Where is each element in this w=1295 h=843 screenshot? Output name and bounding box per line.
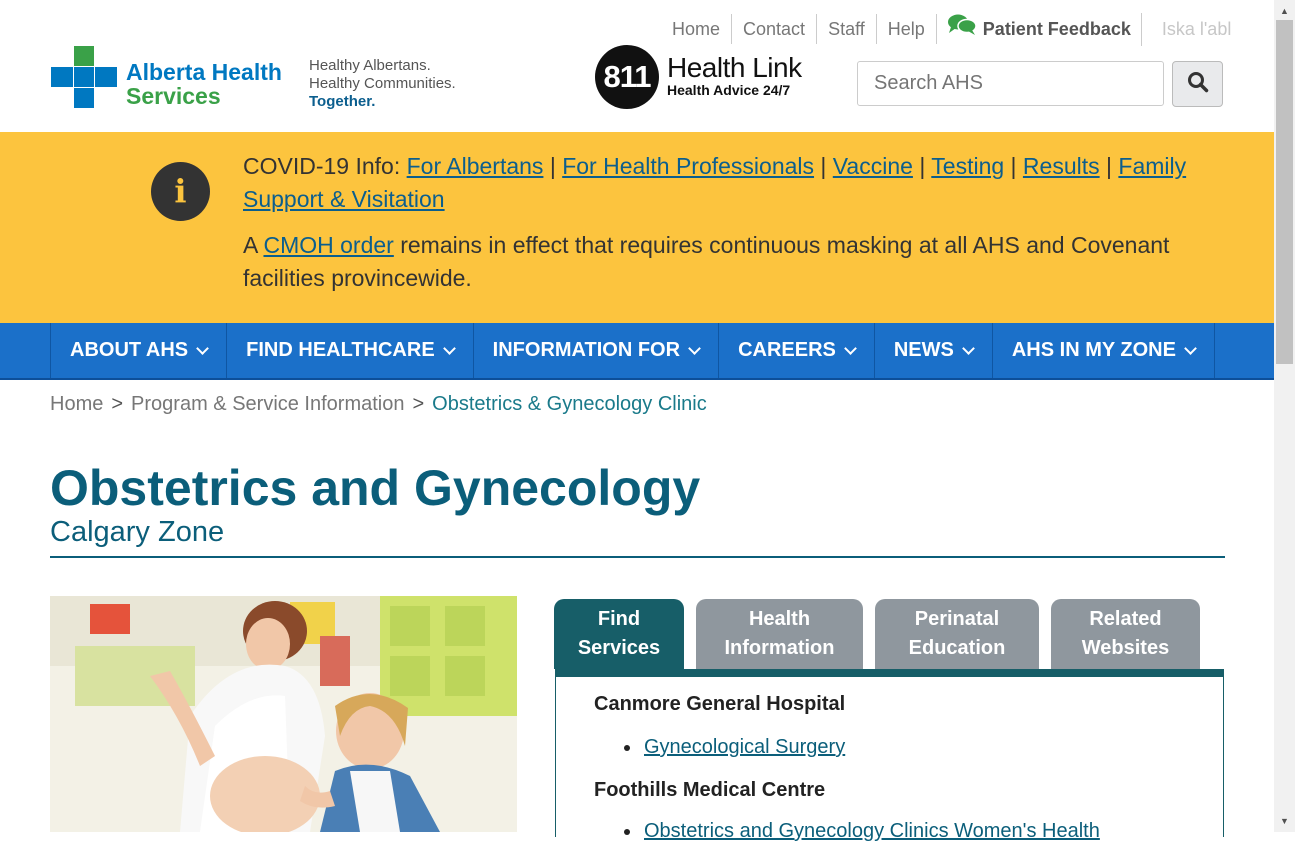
chevron-down-icon — [196, 341, 210, 355]
patient-feedback-label: Patient Feedback — [982, 19, 1131, 39]
page-scrollbar[interactable]: ▲ ▼ — [1274, 0, 1295, 832]
results-link[interactable]: Results — [1023, 153, 1100, 179]
utility-links: Home Contact Staff Help Patient Feedback… — [660, 12, 1231, 46]
ahs-logo-icon[interactable] — [51, 46, 117, 108]
chevron-down-icon — [843, 341, 857, 355]
main-nav: ABOUT AHS FIND HEALTHCARE INFORMATION FO… — [0, 323, 1274, 380]
staff-link[interactable]: Staff — [817, 14, 877, 44]
help-link[interactable]: Help — [877, 14, 937, 44]
breadcrumb: Home > Program & Service Information > O… — [50, 393, 707, 416]
search-input[interactable] — [857, 61, 1164, 106]
ahs-wordmark[interactable]: Alberta Health Services — [126, 60, 282, 108]
chevron-down-icon — [442, 341, 456, 355]
covid-prefix: COVID-19 Info: — [243, 153, 401, 179]
tab-underline — [555, 669, 1224, 677]
breadcrumb-separator: > — [412, 393, 425, 415]
nav-label: NEWS — [893, 339, 954, 361]
separator: | — [919, 153, 926, 179]
vaccine-link[interactable]: Vaccine — [833, 153, 913, 179]
facility-heading: Foothills Medical Centre — [594, 779, 826, 801]
tagline-line-2: Healthy Communities. — [309, 75, 456, 92]
tab-label-line-1: Perinatal — [914, 608, 1000, 630]
tab-find-services[interactable]: Find Services — [554, 599, 684, 669]
cmoh-order-link[interactable]: CMOH order — [263, 232, 393, 258]
tab-label-line-2: Services — [577, 637, 661, 659]
separator: | — [1106, 153, 1112, 179]
search-button[interactable] — [1172, 61, 1223, 107]
for-health-professionals-link[interactable]: For Health Professionals — [562, 153, 814, 179]
service-link[interactable]: Gynecological Surgery — [644, 736, 845, 759]
tab-label-line-2: Websites — [1081, 637, 1170, 659]
main-nav-items: ABOUT AHS FIND HEALTHCARE INFORMATION FO… — [50, 323, 1215, 378]
nav-information-for[interactable]: INFORMATION FOR — [474, 323, 720, 378]
language-link[interactable]: Iska l'abl — [1142, 19, 1231, 40]
tab-label-line-1: Find — [597, 608, 641, 630]
covid-links-paragraph: COVID-19 Info: For Albertans | For Healt… — [243, 150, 1203, 216]
bullet-icon — [624, 744, 630, 751]
nav-careers[interactable]: CAREERS — [719, 323, 875, 378]
home-link[interactable]: Home — [660, 14, 733, 44]
cmoh-paragraph: A CMOH order remains in effect that requ… — [243, 229, 1203, 295]
page-subtitle: Calgary Zone — [50, 516, 225, 548]
chevron-down-icon — [1184, 341, 1197, 355]
contact-link[interactable]: Contact — [732, 14, 818, 44]
search-icon — [1187, 71, 1209, 98]
testing-link[interactable]: Testing — [931, 153, 1004, 179]
chevron-down-icon — [961, 341, 975, 355]
tab-label-line-2: Education — [908, 637, 1006, 659]
tab-label-line-1: Health — [748, 608, 811, 630]
tab-label-line-2: Information — [724, 637, 835, 659]
chevron-down-icon — [688, 341, 701, 355]
nav-label: CAREERS — [738, 339, 836, 361]
info-icon: i — [151, 162, 210, 221]
covid-info-text: COVID-19 Info: For Albertans | For Healt… — [243, 150, 1203, 295]
nav-news[interactable]: NEWS — [875, 323, 993, 378]
for-albertans-link[interactable]: For Albertans — [407, 153, 544, 179]
separator: | — [820, 153, 827, 179]
health-link-subtitle: Health Advice 24/7 — [667, 82, 791, 98]
tab-health-information[interactable]: Health Information — [696, 599, 863, 669]
separator: | — [549, 153, 556, 179]
tab-related-websites[interactable]: Related Websites — [1051, 599, 1200, 669]
health-link-title: Health Link — [667, 52, 802, 83]
patient-feedback-link[interactable]: Patient Feedback — [937, 12, 1142, 46]
logo-line-2: Services — [126, 83, 221, 109]
chat-bubbles-icon — [947, 13, 977, 46]
nav-about-ahs[interactable]: ABOUT AHS — [51, 323, 228, 378]
scroll-down-arrow-icon[interactable]: ▼ — [1274, 812, 1295, 830]
separator: | — [1010, 153, 1017, 179]
breadcrumb-current: Obstetrics & Gynecology Clinic — [432, 393, 707, 415]
health-link-811-badge[interactable]: 811 — [595, 45, 659, 109]
nav-ahs-in-my-zone[interactable]: AHS IN MY ZONE — [993, 323, 1215, 378]
tagline: Healthy Albertans. Healthy Communities. … — [309, 57, 456, 111]
cmoh-text-before: A — [243, 232, 258, 258]
health-link-logo[interactable]: Health Link Health Advice 24/7 — [667, 52, 802, 99]
nav-find-healthcare[interactable]: FIND HEALTHCARE — [227, 323, 474, 378]
tab-perinatal-education[interactable]: Perinatal Education — [875, 599, 1039, 669]
hero-image — [50, 596, 517, 832]
scrollbar-thumb[interactable] — [1276, 20, 1293, 364]
breadcrumb-program-service[interactable]: Program & Service Information — [131, 393, 404, 416]
nav-label: ABOUT AHS — [70, 339, 189, 361]
service-list-item: Gynecological Surgery — [624, 736, 845, 759]
scroll-up-arrow-icon[interactable]: ▲ — [1274, 2, 1295, 20]
breadcrumb-separator: > — [111, 393, 124, 415]
nav-label: FIND HEALTHCARE — [246, 339, 435, 361]
tab-label-line-1: Related — [1089, 608, 1162, 630]
logo-line-1: Alberta Health — [126, 59, 282, 85]
tagline-line-1: Healthy Albertans. — [309, 57, 431, 74]
facility-heading: Canmore General Hospital — [594, 693, 846, 715]
tagline-line-3: Together. — [309, 93, 376, 110]
nav-label: AHS IN MY ZONE — [1011, 339, 1176, 361]
nav-label: INFORMATION FOR — [492, 339, 681, 361]
title-divider — [50, 556, 1225, 558]
page-title: Obstetrics and Gynecology — [50, 460, 701, 516]
breadcrumb-home[interactable]: Home — [50, 393, 103, 416]
